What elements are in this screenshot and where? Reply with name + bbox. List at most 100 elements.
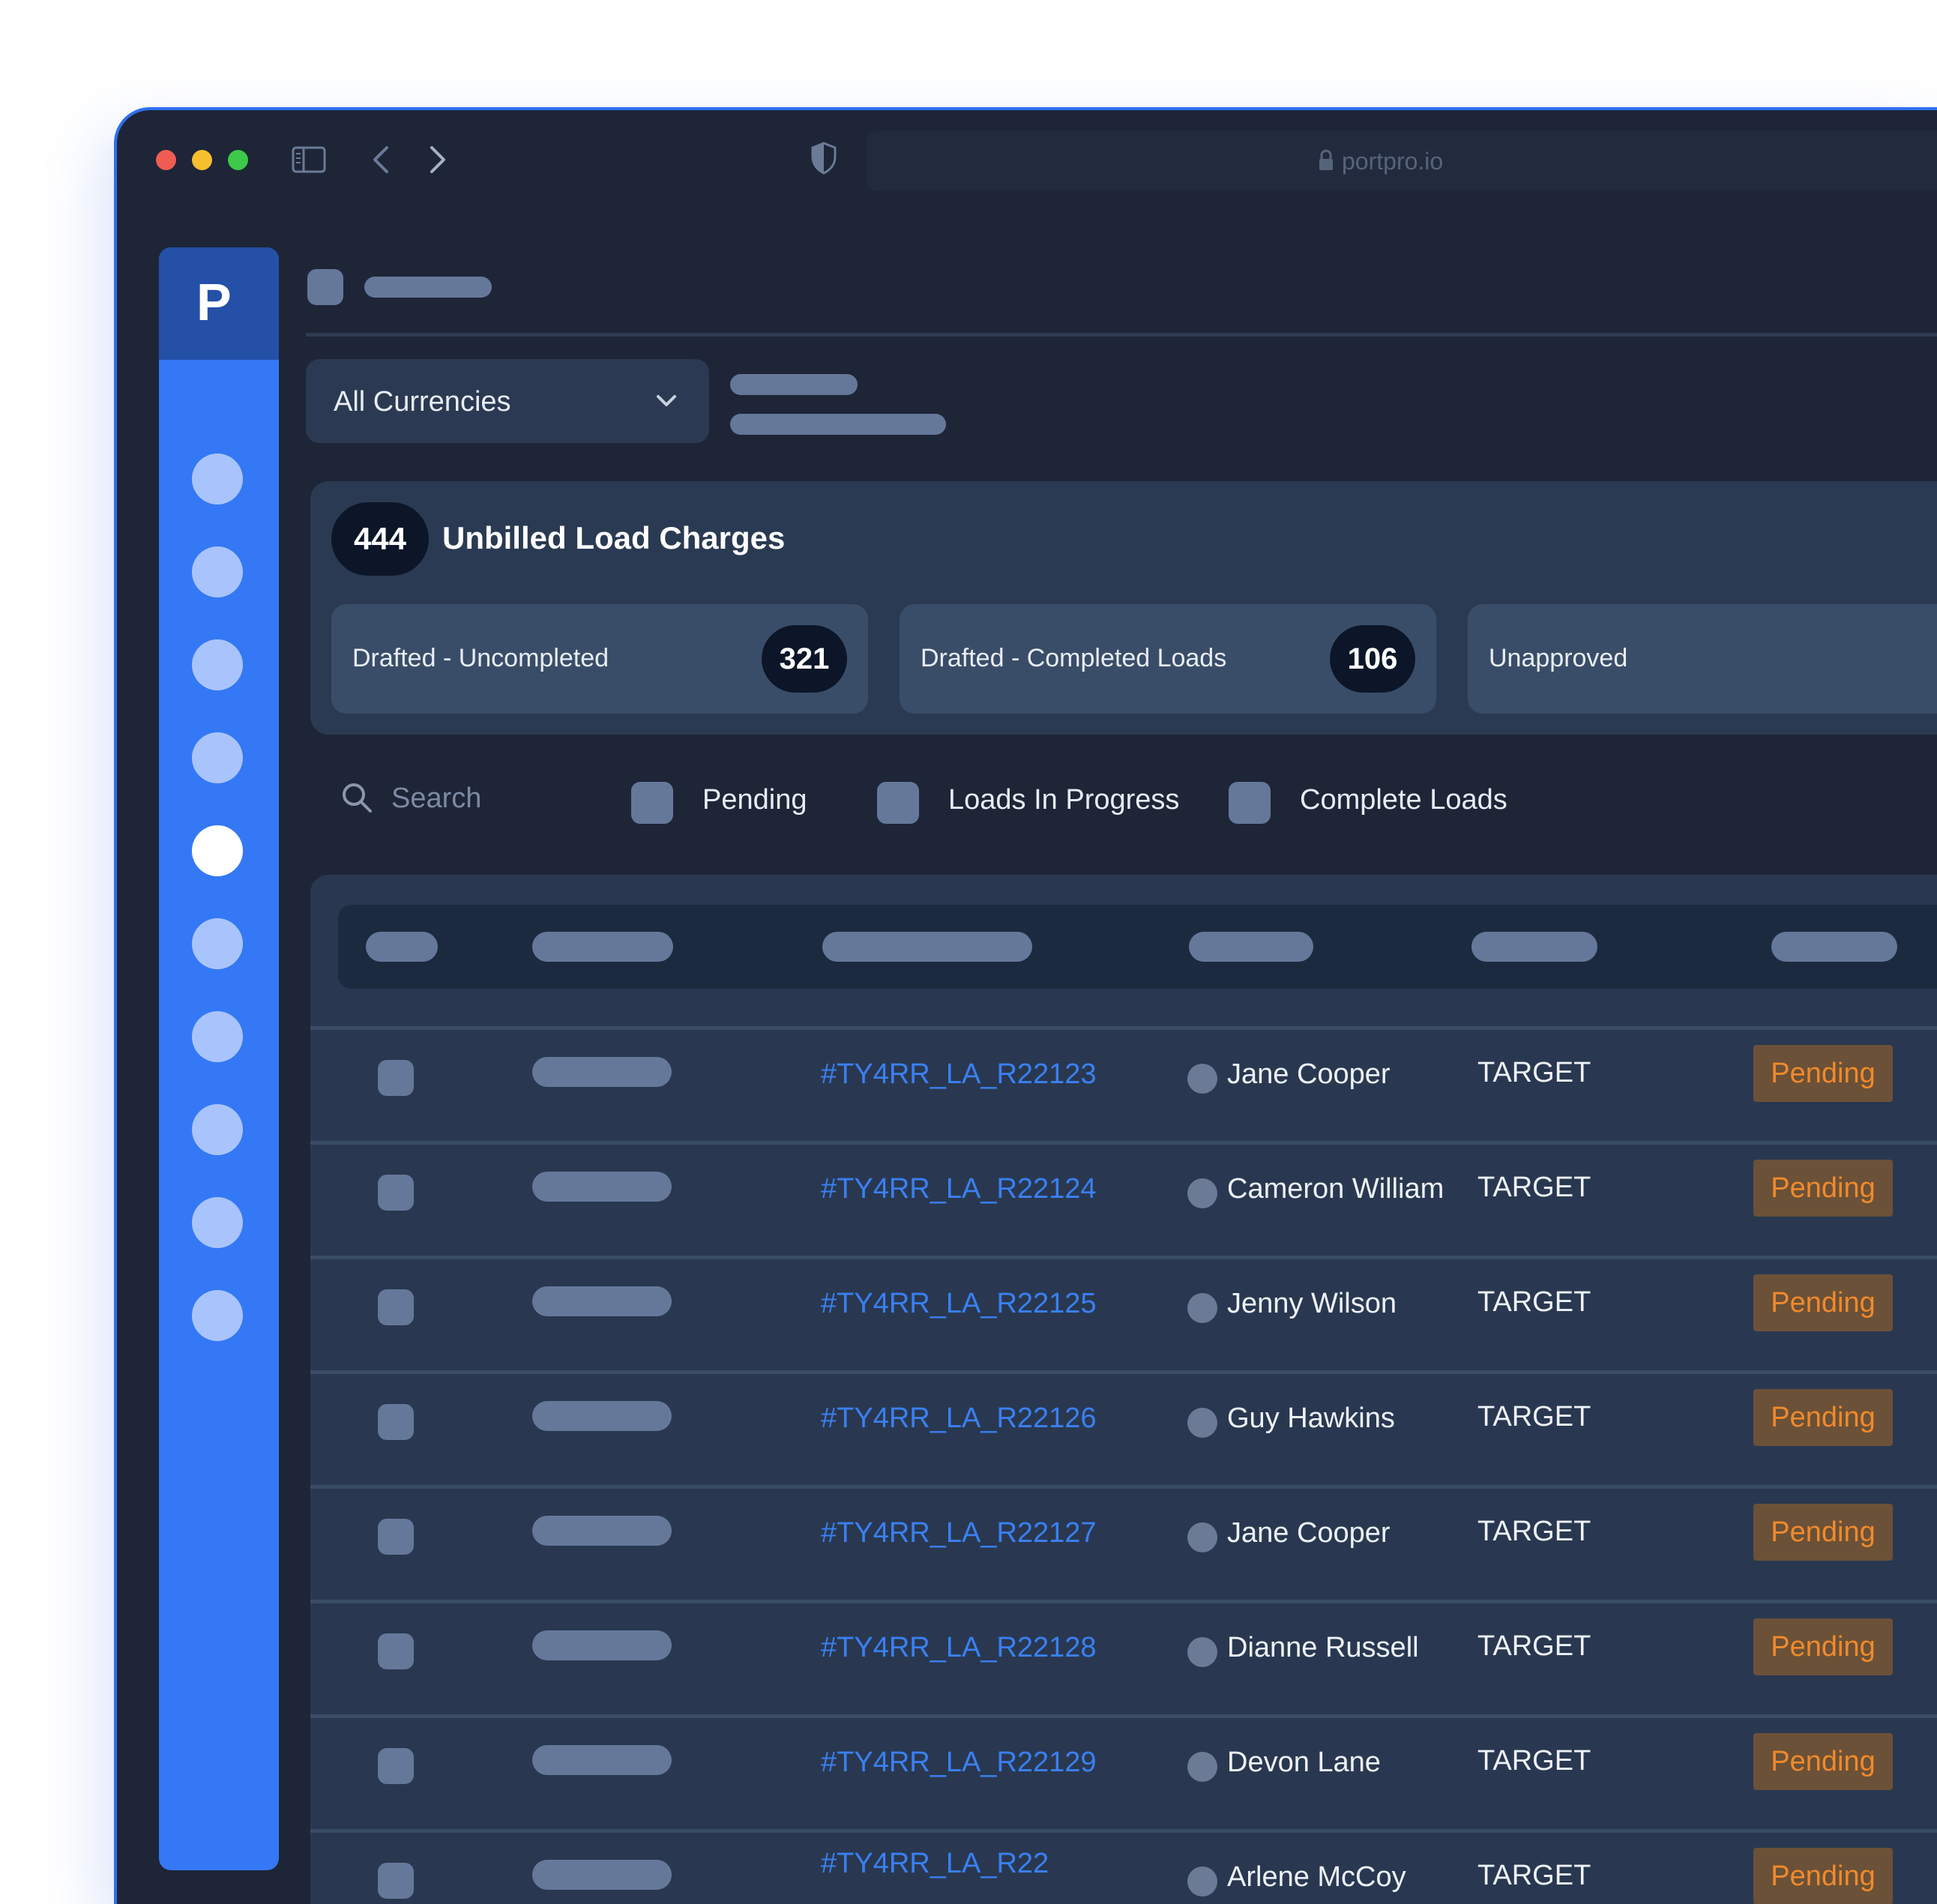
sidebar-nav-item-2[interactable]	[192, 546, 243, 597]
minimize-window-button[interactable]	[192, 150, 212, 170]
status-badge: Pending	[1753, 1504, 1893, 1561]
sidebar-nav-item-1[interactable]	[192, 454, 243, 504]
back-arrow-icon[interactable]	[372, 145, 390, 175]
maximize-window-button[interactable]	[228, 150, 248, 170]
avatar	[1187, 1408, 1217, 1438]
customer-name: TARGET	[1477, 1516, 1591, 1547]
forward-arrow-icon[interactable]	[429, 145, 447, 175]
chevron-down-icon	[657, 395, 676, 406]
driver-name: Jane Cooper	[1227, 1517, 1391, 1549]
sidebar-nav-item-5-active[interactable]	[192, 825, 243, 876]
column-header-placeholder[interactable]	[1471, 932, 1597, 962]
status-badge: Pending	[1753, 1848, 1893, 1904]
avatar	[1187, 1293, 1217, 1323]
search-icon	[343, 783, 372, 813]
header-title-placeholder	[364, 277, 492, 298]
driver-name: Dianne Russell	[1227, 1632, 1419, 1663]
customer-name: TARGET	[1477, 1057, 1591, 1088]
sidebar-nav-item-6[interactable]	[192, 918, 243, 969]
complete-loads-filter-checkbox[interactable]	[1229, 782, 1271, 824]
table-row[interactable]: #TY4RR_LA_R22 Arlene McCoy TARGET Pendin…	[310, 1829, 1937, 1904]
row-checkbox[interactable]	[378, 1863, 414, 1899]
row-checkbox[interactable]	[378, 1633, 414, 1669]
lock-icon	[1319, 149, 1333, 170]
shield-icon[interactable]	[811, 142, 837, 175]
sidebar-nav-item-9[interactable]	[192, 1197, 243, 1248]
driver-name: Jenny Wilson	[1227, 1288, 1397, 1319]
filter-bar: Search Pending Loads In Progress Complet…	[310, 751, 1937, 841]
sidebar-toggle-icon[interactable]	[292, 146, 326, 173]
status-badge: Pending	[1753, 1274, 1893, 1331]
table-row[interactable]: #TY4RR_LA_R22127 Jane Cooper TARGET Pend…	[310, 1485, 1937, 1598]
customer-name: TARGET	[1477, 1172, 1591, 1203]
table-row[interactable]: #TY4RR_LA_R22124 Cameron William TARGET …	[310, 1141, 1937, 1254]
table-row[interactable]: #TY4RR_LA_R22129 Devon Lane TARGET Pendi…	[310, 1714, 1937, 1828]
search-input[interactable]: Search	[391, 783, 481, 815]
load-reference-link[interactable]: #TY4RR_LA_R22123	[821, 1058, 1097, 1091]
column-header-placeholder[interactable]	[822, 932, 1032, 962]
driver-name: Devon Lane	[1227, 1747, 1381, 1778]
card-unapproved[interactable]: Unapproved	[1468, 604, 1937, 714]
customer-name: TARGET	[1477, 1286, 1591, 1318]
load-reference-link[interactable]: #TY4RR_LA_R22126	[821, 1403, 1097, 1435]
header-icon-placeholder	[307, 269, 343, 305]
subtitle-placeholder-1	[730, 374, 858, 395]
load-reference-link[interactable]: #TY4RR_LA_R22128	[821, 1632, 1097, 1664]
card-drafted-completed[interactable]: Drafted - Completed Loads 106	[900, 604, 1436, 714]
status-badge: Pending	[1753, 1733, 1893, 1790]
logo-area[interactable]: P	[159, 247, 279, 360]
table-row[interactable]: #TY4RR_LA_R22125 Jenny Wilson TARGET Pen…	[310, 1256, 1937, 1369]
row-checkbox[interactable]	[378, 1519, 414, 1555]
column-header-placeholder[interactable]	[1189, 932, 1313, 962]
card-count-badge: 106	[1330, 625, 1415, 693]
column-header-placeholder[interactable]	[366, 932, 438, 962]
card-label: Drafted - Uncompleted	[352, 644, 609, 672]
currency-select-value: All Currencies	[334, 386, 511, 418]
sidebar-nav-item-8[interactable]	[192, 1104, 243, 1155]
unbilled-summary-panel: 444 Unbilled Load Charges Drafted - Unco…	[310, 481, 1937, 735]
row-checkbox[interactable]	[378, 1060, 414, 1096]
close-window-button[interactable]	[156, 150, 176, 170]
customer-name: TARGET	[1477, 1745, 1591, 1777]
address-bar[interactable]: portpro.io	[867, 131, 1937, 191]
sidebar-nav-item-7[interactable]	[192, 1011, 243, 1062]
table-row[interactable]: #TY4RR_LA_R22126 Guy Hawkins TARGET Pend…	[310, 1370, 1937, 1483]
currency-select[interactable]: All Currencies	[306, 359, 709, 443]
row-checkbox[interactable]	[378, 1404, 414, 1440]
status-badge: Pending	[1753, 1618, 1893, 1675]
customer-name: TARGET	[1477, 1860, 1591, 1891]
load-reference-link[interactable]: #TY4RR_LA_R22124	[821, 1173, 1097, 1205]
load-reference-link[interactable]: #TY4RR_LA_R22	[821, 1848, 1049, 1880]
row-placeholder	[532, 1516, 672, 1546]
portpro-logo: P	[196, 273, 232, 331]
summary-title: Unbilled Load Charges	[442, 520, 786, 555]
url-text: portpro.io	[1342, 148, 1444, 175]
card-drafted-uncompleted[interactable]: Drafted - Uncompleted 321	[331, 604, 868, 714]
pending-filter-label[interactable]: Pending	[702, 784, 807, 816]
table-row[interactable]: #TY4RR_LA_R22128 Dianne Russell TARGET P…	[310, 1600, 1937, 1713]
driver-name: Guy Hawkins	[1227, 1403, 1395, 1434]
table-row[interactable]: #TY4RR_LA_R22123 Jane Cooper TARGET Pend…	[310, 1026, 1937, 1139]
column-header-placeholder[interactable]	[1771, 932, 1897, 962]
column-header-placeholder[interactable]	[532, 932, 673, 962]
load-reference-link[interactable]: #TY4RR_LA_R22129	[821, 1747, 1097, 1779]
row-checkbox[interactable]	[378, 1748, 414, 1784]
loads-in-progress-filter-label[interactable]: Loads In Progress	[948, 784, 1179, 816]
sidebar-nav-item-4[interactable]	[192, 732, 243, 783]
load-reference-link[interactable]: #TY4RR_LA_R22125	[821, 1288, 1097, 1320]
sidebar-nav-item-3[interactable]	[192, 639, 243, 690]
avatar	[1187, 1522, 1217, 1552]
avatar	[1187, 1064, 1217, 1094]
row-checkbox[interactable]	[378, 1289, 414, 1325]
load-reference-link[interactable]: #TY4RR_LA_R22127	[821, 1517, 1097, 1549]
row-checkbox[interactable]	[378, 1175, 414, 1211]
complete-loads-filter-label[interactable]: Complete Loads	[1300, 784, 1507, 816]
driver-name: Cameron William	[1227, 1173, 1445, 1205]
pending-filter-checkbox[interactable]	[631, 782, 673, 824]
sidebar-nav-item-10[interactable]	[192, 1290, 243, 1341]
row-placeholder	[532, 1172, 672, 1202]
card-count-badge: 321	[762, 625, 847, 693]
loads-in-progress-filter-checkbox[interactable]	[877, 782, 919, 824]
browser-window: portpro.io P All Currencies 444 Unbilled…	[114, 107, 1937, 1904]
status-badge: Pending	[1753, 1160, 1893, 1217]
